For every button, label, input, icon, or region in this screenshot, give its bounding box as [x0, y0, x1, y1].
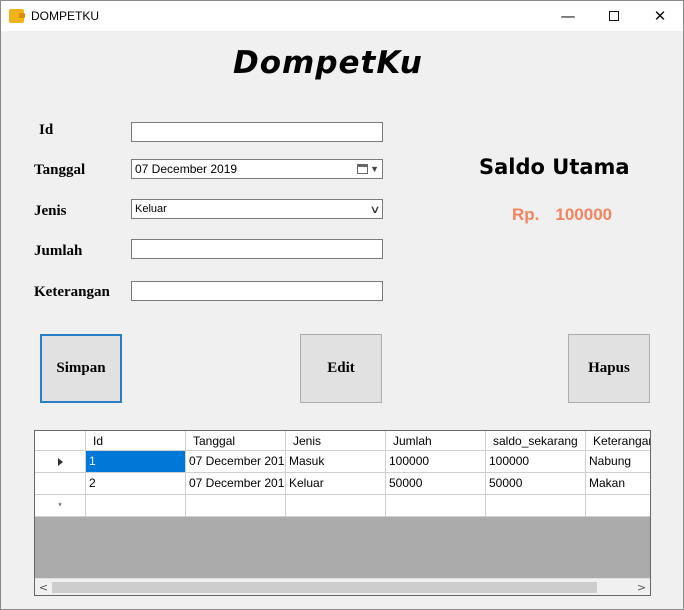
saldo-amount: Rp. 100000 [512, 205, 612, 225]
hapus-button[interactable]: Hapus [568, 334, 650, 403]
table-cell[interactable] [486, 495, 586, 517]
column-header-saldo-sekarang[interactable]: saldo_sekarang [486, 431, 586, 451]
current-row-icon [57, 457, 63, 466]
id-field[interactable] [131, 122, 383, 142]
new-row[interactable]: * [35, 495, 650, 517]
minimize-icon: — [560, 7, 576, 25]
edit-button[interactable]: Edit [300, 334, 382, 403]
table-cell[interactable]: Masuk [286, 451, 386, 473]
table-cell[interactable]: Nabung [586, 451, 650, 473]
scroll-right-icon[interactable]: > [633, 579, 650, 595]
table-cell[interactable]: 07 December 2019 [186, 473, 286, 495]
saldo-title: Saldo Utama [479, 155, 630, 179]
close-button[interactable]: ✕ [637, 1, 683, 31]
app-window: DOMPETKU — ✕ DompetKu Id Tanggal 07 Dece… [0, 0, 684, 610]
data-grid[interactable]: Id Tanggal Jenis Jumlah saldo_sekarang K… [34, 430, 651, 596]
row-header[interactable] [35, 473, 86, 495]
jenis-label: Jenis [34, 203, 67, 219]
app-logo: DompetKu [233, 45, 423, 81]
scroll-left-icon[interactable]: < [35, 579, 52, 595]
tanggal-datepicker[interactable]: 07 December 2019 ▼ [131, 159, 383, 179]
saldo-currency: Rp. [512, 205, 540, 224]
grid-content: Id Tanggal Jenis Jumlah saldo_sekarang K… [35, 431, 650, 517]
maximize-icon [609, 11, 619, 21]
table-cell[interactable]: 50000 [486, 473, 586, 495]
table-cell[interactable] [286, 495, 386, 517]
table-cell[interactable] [186, 495, 286, 517]
table-cell[interactable] [586, 495, 650, 517]
table-row[interactable]: 1 07 December 2019 Masuk 100000 100000 N… [35, 451, 650, 473]
chevron-down-icon: ∨ [369, 202, 381, 216]
column-header-keterangan[interactable]: Keterangan [586, 431, 650, 451]
table-cell[interactable] [386, 495, 486, 517]
grid-header-row: Id Tanggal Jenis Jumlah saldo_sekarang K… [35, 431, 650, 451]
jumlah-label: Jumlah [34, 243, 83, 259]
jumlah-field[interactable] [131, 239, 383, 259]
table-cell[interactable]: 07 December 2019 [186, 451, 286, 473]
table-cell[interactable]: 2 [86, 473, 186, 495]
maximize-button[interactable] [591, 1, 637, 31]
row-header[interactable] [35, 451, 86, 473]
simpan-button[interactable]: Simpan [40, 334, 122, 403]
id-label: Id [39, 122, 54, 138]
scroll-thumb[interactable] [52, 582, 597, 593]
column-header-id[interactable]: Id [86, 431, 186, 451]
keterangan-field[interactable] [131, 281, 383, 301]
calendar-dropdown-icon[interactable]: ▼ [357, 164, 379, 174]
table-row[interactable]: 2 07 December 2019 Keluar 50000 50000 Ma… [35, 473, 650, 495]
table-cell[interactable]: 50000 [386, 473, 486, 495]
new-row-marker: * [35, 495, 86, 517]
keterangan-label: Keterangan [34, 284, 110, 300]
close-icon: ✕ [653, 7, 667, 25]
column-header-jumlah[interactable]: Jumlah [386, 431, 486, 451]
table-cell[interactable] [86, 495, 186, 517]
tanggal-value: 07 December 2019 [135, 162, 238, 176]
window-title: DOMPETKU [31, 9, 100, 23]
table-cell[interactable]: 1 [86, 451, 186, 473]
table-cell[interactable]: 100000 [486, 451, 586, 473]
saldo-value: 100000 [555, 205, 613, 224]
table-cell[interactable]: Makan [586, 473, 650, 495]
table-cell[interactable]: 100000 [386, 451, 486, 473]
column-header-jenis[interactable]: Jenis [286, 431, 386, 451]
jenis-select[interactable]: Keluar ∨ [131, 199, 383, 219]
minimize-button[interactable]: — [545, 1, 591, 31]
title-bar[interactable]: DOMPETKU — ✕ [1, 1, 683, 31]
horizontal-scrollbar[interactable]: < > [35, 578, 650, 595]
table-cell[interactable]: Keluar [286, 473, 386, 495]
row-header-corner[interactable] [35, 431, 86, 451]
jenis-value: Keluar [135, 203, 167, 215]
wallet-icon [9, 9, 25, 23]
column-header-tanggal[interactable]: Tanggal [186, 431, 286, 451]
tanggal-label: Tanggal [34, 162, 86, 178]
